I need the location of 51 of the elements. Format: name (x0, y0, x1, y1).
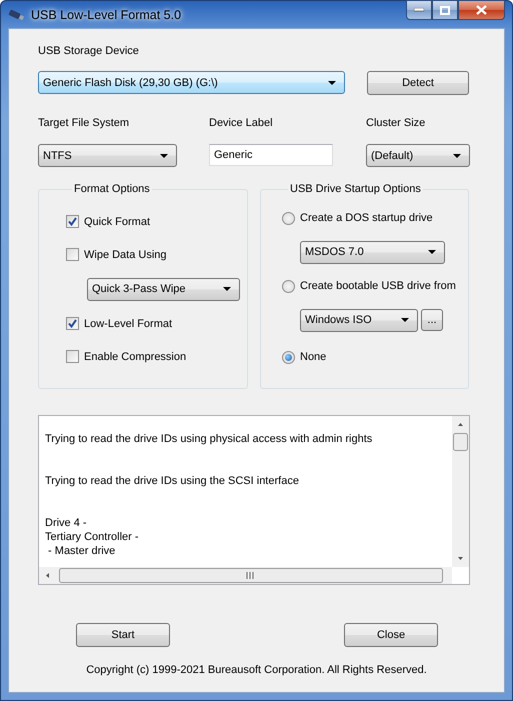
radio-label: Create a DOS startup drive (300, 212, 433, 224)
browse-button[interactable]: ... (421, 309, 443, 331)
detect-button[interactable]: Detect (367, 71, 469, 95)
maximize-icon (440, 6, 450, 14)
input-field[interactable]: Generic (209, 144, 333, 166)
dropdown[interactable]: Quick 3-Pass Wipe (87, 278, 240, 300)
radio-label: None (300, 351, 326, 363)
checkbox[interactable] (66, 350, 79, 363)
usb-drive-icon (8, 8, 25, 20)
radio-label: Create bootable USB drive from (300, 280, 456, 292)
checkbox[interactable] (66, 248, 79, 261)
dialog-button[interactable]: Close (344, 623, 438, 647)
radio-button[interactable] (282, 212, 295, 224)
caret-icon (453, 154, 461, 158)
field-label: Device Label (209, 116, 274, 130)
checkbox-label: Wipe Data Using (84, 248, 167, 260)
copyright-text: Copyright (c) 1999-2021 Bureausoft Corporation. All Rights Reserved. (85, 664, 428, 676)
caret-icon (328, 80, 336, 84)
minimize-button[interactable] (406, 0, 432, 20)
caret-icon (428, 250, 436, 254)
log-line: Tertiary Controller - (45, 530, 140, 544)
caret-icon (160, 154, 168, 158)
radio-button[interactable] (282, 350, 295, 364)
checkbox-label: Enable Compression (84, 350, 186, 362)
dropdown[interactable]: Generic Flash Disk (29,30 GB) (G:\) (38, 71, 345, 94)
close-button[interactable] (458, 0, 505, 20)
checkbox-label: Low-Level Format (84, 318, 172, 330)
dropdown[interactable]: (Default) (366, 144, 470, 167)
log-line: Drive 4 - (45, 516, 88, 530)
dialog-button[interactable]: Start (76, 623, 170, 647)
dropdown[interactable]: Windows ISO (300, 308, 418, 332)
checkbox-label: Quick Format (84, 216, 150, 228)
minimize-icon (414, 8, 424, 12)
group-title: Format Options (73, 183, 151, 195)
dropdown[interactable]: MSDOS 7.0 (300, 240, 445, 264)
field-label: USB Storage Device (38, 44, 140, 58)
caret-icon (401, 318, 409, 322)
log-line: Trying to read the drive IDs using physical access with admin rights (45, 432, 374, 446)
close-icon (476, 5, 487, 15)
window-title: USB Low-Level Format 5.0 (31, 8, 182, 22)
group-title: USB Drive Startup Options (289, 183, 422, 195)
dropdown[interactable]: NTFS (38, 144, 177, 167)
radio-button[interactable] (282, 280, 295, 292)
log-line: Trying to read the drive IDs using the SCSI interface (45, 474, 300, 488)
field-label: Cluster Size (366, 116, 426, 130)
field-label: Target File System (38, 116, 130, 130)
caret-icon (223, 287, 231, 291)
maximize-button[interactable] (432, 0, 458, 20)
checkbox[interactable] (66, 215, 79, 228)
checkbox[interactable] (66, 317, 79, 330)
log-line: - Master drive (47, 544, 116, 558)
